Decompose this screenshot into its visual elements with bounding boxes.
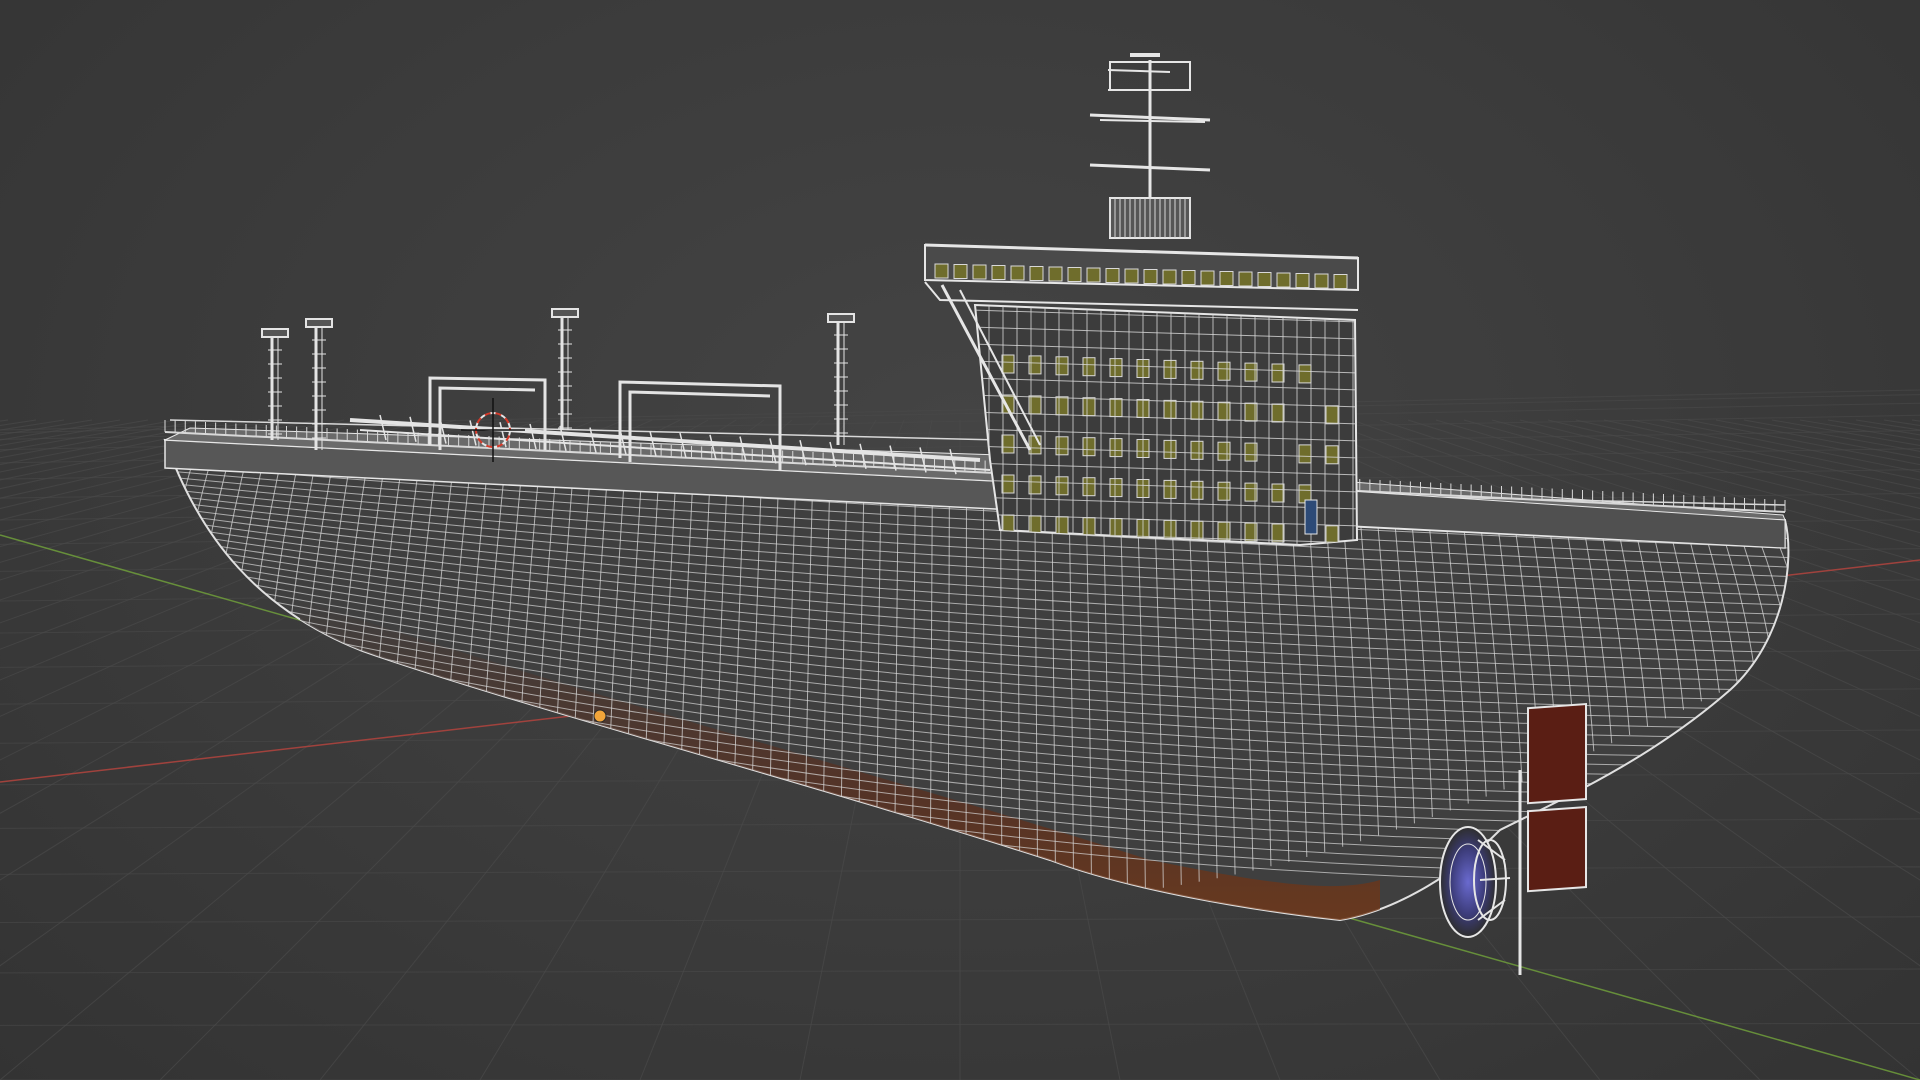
viewport-scene[interactable]: [0, 0, 1920, 1080]
3d-viewport[interactable]: [0, 0, 1920, 1080]
object-origin-icon[interactable]: [593, 709, 607, 723]
rudder[interactable]: [1518, 703, 1587, 975]
propeller[interactable]: [1439, 826, 1511, 938]
tanker-ship[interactable]: [123, 53, 1827, 975]
radar-mast: [1089, 53, 1211, 239]
